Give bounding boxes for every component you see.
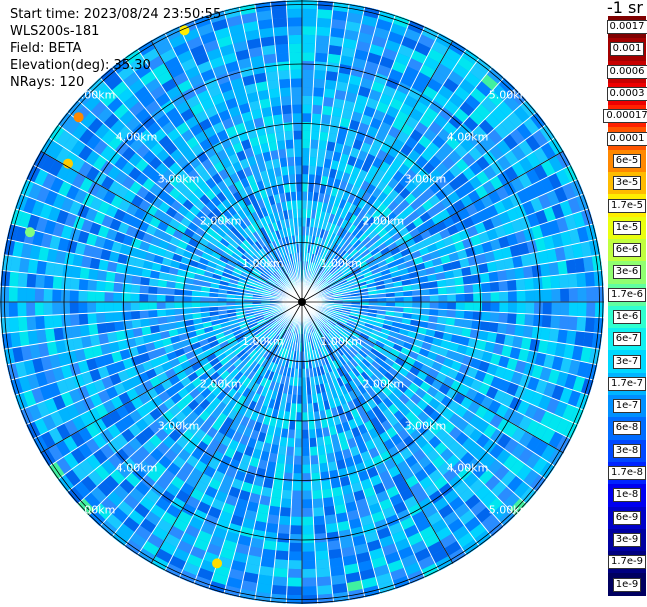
ring-label: 4.00km <box>447 131 489 144</box>
ppi-canvas: 1.00km 1.00km 1.00km 1.00km 2.00km 2.00km 2.00… <box>0 0 604 604</box>
colorbar-level: 1.7e-6 <box>607 283 647 306</box>
colorbar-label: 3e-9 <box>612 532 642 547</box>
ring-label: 5.00km <box>74 504 116 517</box>
colorbar-label: 1.7e-8 <box>607 466 647 481</box>
colorbar-level: 1e-5 <box>608 216 646 239</box>
colorbar-label: 6e-6 <box>612 243 642 258</box>
colorbar-label: 1e-5 <box>612 220 642 235</box>
ring-label: 3.00km <box>158 419 200 432</box>
colorbar-level: 6e-6 <box>608 238 646 262</box>
ring-label: 1.00km <box>242 335 284 348</box>
colorbar-label: 1e-8 <box>612 488 642 503</box>
ring-label: 3.00km <box>405 173 447 186</box>
colorbar-label: 3e-5 <box>612 176 642 191</box>
nrays-text: NRays: 120 <box>10 75 85 90</box>
colorbar-level: 3e-7 <box>608 350 646 373</box>
colorbar-level: 0.001 <box>608 38 646 61</box>
colorbar-label: 0.0003 <box>606 87 647 102</box>
colorbar-label: 6e-8 <box>612 421 642 436</box>
start-time-text: Start time: 2023/08/24 23:50:55 <box>10 7 222 22</box>
ppi-plot: 1.00km 1.00km 1.00km 1.00km 2.00km 2.00km 2.00… <box>0 0 605 607</box>
ring-label: 4.00km <box>116 131 158 144</box>
ring-label: 1.00km <box>320 335 362 348</box>
colorbar-level: 0.0017 <box>606 16 647 39</box>
colorbar-level: 1.7e-8 <box>607 461 647 485</box>
colorbar-label: 3e-7 <box>612 354 642 369</box>
ring-label: 2.00km <box>363 215 405 228</box>
colorbar: 0.0017 0.001 0.0006 0.0003 0.00017 0.0001 6e-5… <box>603 16 647 596</box>
info-panel: Start time: 2023/08/24 23:50:55 WLS200s-… <box>10 6 221 91</box>
elevation-text: Elevation(deg): 35.30 <box>10 58 151 73</box>
colorbar-level: 1e-7 <box>608 395 646 418</box>
ring-label: 5.00km <box>489 89 531 102</box>
colorbar-label: 6e-5 <box>612 153 642 168</box>
colorbar-level: 1e-9 <box>608 573 646 596</box>
field-text: Field: BETA <box>10 41 82 56</box>
colorbar-title: -1 sr <box>607 0 643 17</box>
colorbar-label: 6e-7 <box>612 332 642 347</box>
ring-label: 5.00km <box>489 504 531 517</box>
instrument-text: WLS200s-181 <box>10 24 100 39</box>
ring-label: 2.00km <box>200 215 242 228</box>
colorbar-label: 1.7e-6 <box>607 287 647 302</box>
colorbar-label: 0.001 <box>609 42 645 57</box>
ring-label: 3.00km <box>405 419 447 432</box>
colorbar-level: 1.7e-9 <box>607 551 647 574</box>
ring-label: 1.00km <box>320 257 362 270</box>
colorbar-level: 1.7e-5 <box>607 194 647 217</box>
colorbar-label: 0.0001 <box>606 131 647 146</box>
colorbar-level: 0.0003 <box>606 82 647 106</box>
colorbar-level: 3e-6 <box>608 261 646 284</box>
colorbar-level: 0.0001 <box>606 127 647 150</box>
radar-center <box>298 298 306 306</box>
colorbar-level: 3e-9 <box>608 528 646 552</box>
colorbar-level: 6e-7 <box>608 328 646 351</box>
colorbar-level: 1.7e-7 <box>607 372 647 396</box>
colorbar-label: 3e-8 <box>612 443 642 458</box>
colorbar-label: 0.00017 <box>603 109 647 124</box>
colorbar-level: 0.0006 <box>606 60 647 83</box>
colorbar-label: 1e-6 <box>612 310 642 324</box>
colorbar-level: 0.00017 <box>603 105 647 128</box>
colorbar-label: 3e-6 <box>612 265 642 280</box>
colorbar-level: 3e-8 <box>608 439 646 462</box>
colorbar-label: 1.7e-5 <box>607 198 647 213</box>
colorbar-level: 6e-5 <box>608 149 646 173</box>
colorbar-level: 1e-6 <box>608 305 646 329</box>
colorbar-level: 1e-8 <box>608 484 646 507</box>
colorbar-level: 6e-9 <box>608 506 646 529</box>
colorbar-label: 6e-9 <box>612 510 642 525</box>
colorbar-label: 0.0006 <box>606 64 647 79</box>
colorbar-label: 0.0017 <box>606 20 647 35</box>
colorbar-level: 6e-8 <box>608 417 646 440</box>
colorbar-label: 1.7e-9 <box>607 555 647 570</box>
ring-label: 4.00km <box>447 462 489 475</box>
colorbar-label: 1e-9 <box>612 577 642 592</box>
colorbar-label: 1e-7 <box>612 399 642 414</box>
ring-label: 2.00km <box>200 377 242 390</box>
colorbar-label: 1.7e-7 <box>607 376 647 391</box>
ring-label: 1.00km <box>242 257 284 270</box>
colorbar-level: 3e-5 <box>608 172 646 195</box>
ring-label: 2.00km <box>363 377 405 390</box>
ring-label: 4.00km <box>116 462 158 475</box>
ring-label: 3.00km <box>158 173 200 186</box>
